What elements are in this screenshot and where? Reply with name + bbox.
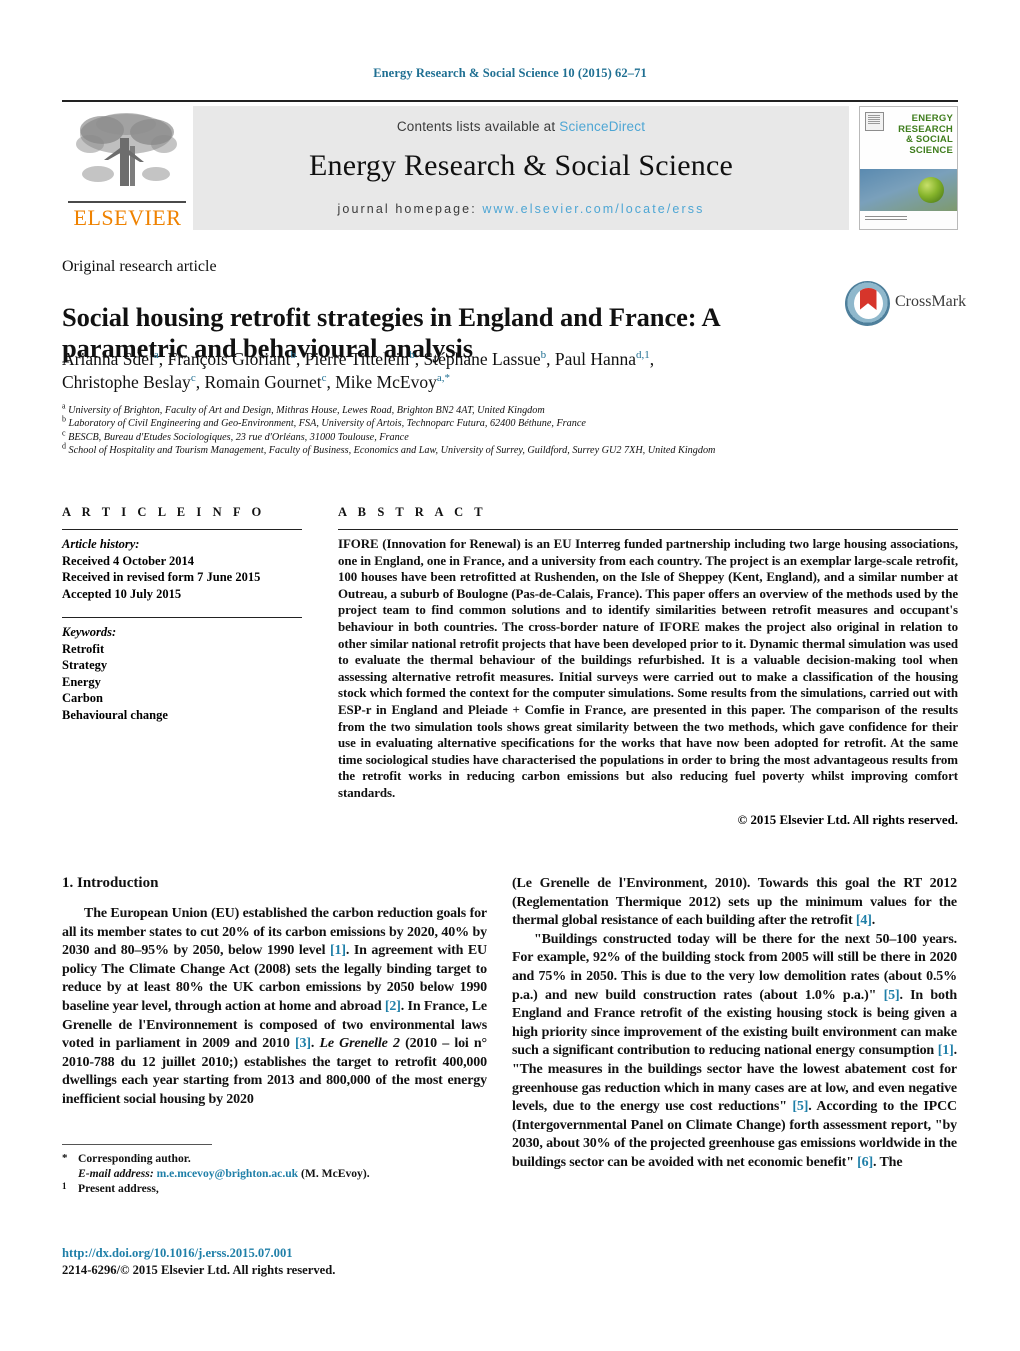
footnote-corresponding-author: * Corresponding author.: [62, 1151, 487, 1166]
cover-artwork: [860, 169, 957, 211]
footnote-email: E-mail address: m.e.mcevoy@brighton.ac.u…: [62, 1166, 487, 1181]
crossmark-badge[interactable]: CrossMark: [843, 279, 966, 341]
affiliation-b: b Laboratory of Civil Engineering and Ge…: [62, 415, 942, 430]
footnote-mark-1: 1: [62, 1181, 67, 1191]
cover-title-line4: SCIENCE: [909, 144, 953, 156]
contents-line: Contents lists available at ScienceDirec…: [193, 119, 849, 134]
author-list: Arianna Sdeia, François Gloriantb, Pierr…: [62, 348, 852, 394]
keyword-item: Carbon: [62, 691, 103, 705]
issn-copyright-line: 2214-6296/© 2015 Elsevier Ltd. All right…: [62, 1263, 336, 1277]
email-link[interactable]: m.e.mcevoy@brighton.ac.uk: [157, 1167, 299, 1180]
footnote-corresponding-text: Corresponding author.: [78, 1152, 191, 1165]
affiliation-mark-a: a: [62, 401, 66, 411]
article-info-block: A R T I C L E I N F O Article history: R…: [62, 505, 302, 723]
keyword-item: Energy: [62, 674, 101, 689]
intro-paragraph-right-2: "Buildings constructed today will be the…: [512, 931, 958, 1170]
intro-paragraph-left: The European Union (EU) established the …: [62, 906, 488, 1107]
affiliation-c: c BESCB, Bureau d'Etudes Sociologiques, …: [62, 428, 942, 444]
elsevier-wordmark: ELSEVIER: [73, 205, 182, 230]
sciencedirect-link[interactable]: ScienceDirect: [559, 119, 645, 134]
crossmark-icon: [845, 281, 890, 326]
affiliation-mark-b: b: [62, 415, 66, 425]
article-history-received: Received 4 October 2014: [62, 553, 195, 568]
keywords-label: Keywords:: [62, 625, 117, 639]
footnote-email-label: E-mail address:: [78, 1167, 154, 1180]
crossmark-label: CrossMark: [895, 293, 967, 310]
homepage-line: journal homepage: www.elsevier.com/locat…: [193, 202, 849, 216]
elsevier-logo: ELSEVIER: [62, 106, 193, 230]
cover-title: ENERGY RESEARCH & SOCIAL SCIENCE: [898, 113, 953, 156]
keyword-item: Behavioural change: [62, 707, 168, 722]
abstract-copyright: © 2015 Elsevier Ltd. All rights reserved…: [737, 812, 958, 827]
affiliation-text-d: School of Hospitality and Tourism Manage…: [68, 445, 716, 457]
article-history-label: Article history:: [62, 537, 140, 551]
article-history-accepted: Accepted 10 July 2015: [62, 586, 182, 601]
cover-footer: [860, 211, 957, 229]
footnote-mark-star: *: [62, 1152, 68, 1164]
doi-block: http://dx.doi.org/10.1016/j.erss.2015.07…: [62, 1245, 562, 1279]
affiliation-text-b: Laboratory of Civil Engineering and Geo-…: [68, 418, 586, 430]
homepage-prefix: journal homepage:: [337, 202, 483, 216]
keyword-item: Strategy: [62, 658, 108, 672]
section-heading-introduction: 1. Introduction: [62, 875, 159, 891]
elsevier-rule: [68, 201, 186, 203]
journal-title: Energy Research & Social Science: [308, 149, 734, 182]
affiliation-d: d School of Hospitality and Tourism Mana…: [62, 441, 942, 457]
affiliation-mark-d: d: [62, 441, 66, 451]
abstract-block: A B S T R A C T IFORE (Innovation for Re…: [338, 505, 958, 828]
intro-paragraph-right-1: (Le Grenelle de l'Environment, 2010). To…: [512, 876, 957, 929]
author-line-2: Christophe Beslayc, Romain Gournetc, Mik…: [62, 372, 450, 392]
article-info-rule-top: [62, 529, 302, 530]
article-info-rule-mid: [62, 617, 302, 618]
cover-sphere-icon: [918, 177, 944, 203]
journal-band: Contents lists available at ScienceDirec…: [193, 106, 849, 230]
abstract-heading: A B S T R A C T: [338, 505, 487, 519]
affiliation-a: a University of Brighton, Faculty of Art…: [62, 401, 942, 417]
keyword-item: Retrofit: [62, 641, 105, 656]
elsevier-tree-icon: [76, 113, 177, 186]
doi-link[interactable]: http://dx.doi.org/10.1016/j.erss.2015.07…: [62, 1245, 562, 1262]
journal-cover-thumbnail[interactable]: ENERGY RESEARCH & SOCIAL SCIENCE: [859, 106, 958, 230]
footnote-divider: [62, 1144, 212, 1145]
footnote-present-address: 1 Present address,: [62, 1181, 487, 1196]
affiliation-mark-c: c: [62, 428, 66, 438]
cover-title-line1: ENERGY: [911, 113, 953, 124]
affiliation-text-a: University of Brighton, Faculty of Art a…: [68, 405, 545, 416]
cover-title-line3: & SOCIAL: [906, 134, 953, 145]
footnote-present-text: Present address,: [78, 1182, 159, 1195]
abstract-rule: [338, 529, 958, 530]
footnote-block: * Corresponding author. E-mail address: m…: [62, 1151, 487, 1196]
affiliation-text-c: BESCB, Bureau d'Etudes Sociologiques, 23…: [68, 431, 409, 443]
running-head: Energy Research & Social Science 10 (201…: [373, 66, 647, 80]
cover-publisher-icon: [865, 112, 884, 131]
contents-prefix: Contents lists available at: [396, 119, 560, 134]
author-line-1: Arianna Sdeia, François Gloriantb, Pierr…: [62, 349, 655, 369]
journal-masthead: ELSEVIER Contents lists available at Sci…: [62, 100, 958, 230]
affiliation-list: a University of Brighton, Faculty of Art…: [62, 401, 942, 458]
homepage-url-link[interactable]: www.elsevier.com/locate/erss: [482, 202, 704, 216]
article-page: Energy Research & Social Science 10 (201…: [0, 0, 1020, 1351]
abstract-text: IFORE (Innovation for Renewal) is an EU …: [338, 537, 958, 800]
article-history-revised: Received in revised form 7 June 2015: [62, 570, 261, 584]
body-column-left: 1. Introduction The European Union (EU) …: [62, 875, 487, 1110]
article-type: Original research article: [62, 258, 217, 275]
article-info-heading: A R T I C L E I N F O: [62, 505, 266, 519]
footnote-email-suffix: (M. McEvoy).: [301, 1167, 370, 1180]
body-column-right: (Le Grenelle de l'Environment, 2010). To…: [512, 875, 957, 1173]
